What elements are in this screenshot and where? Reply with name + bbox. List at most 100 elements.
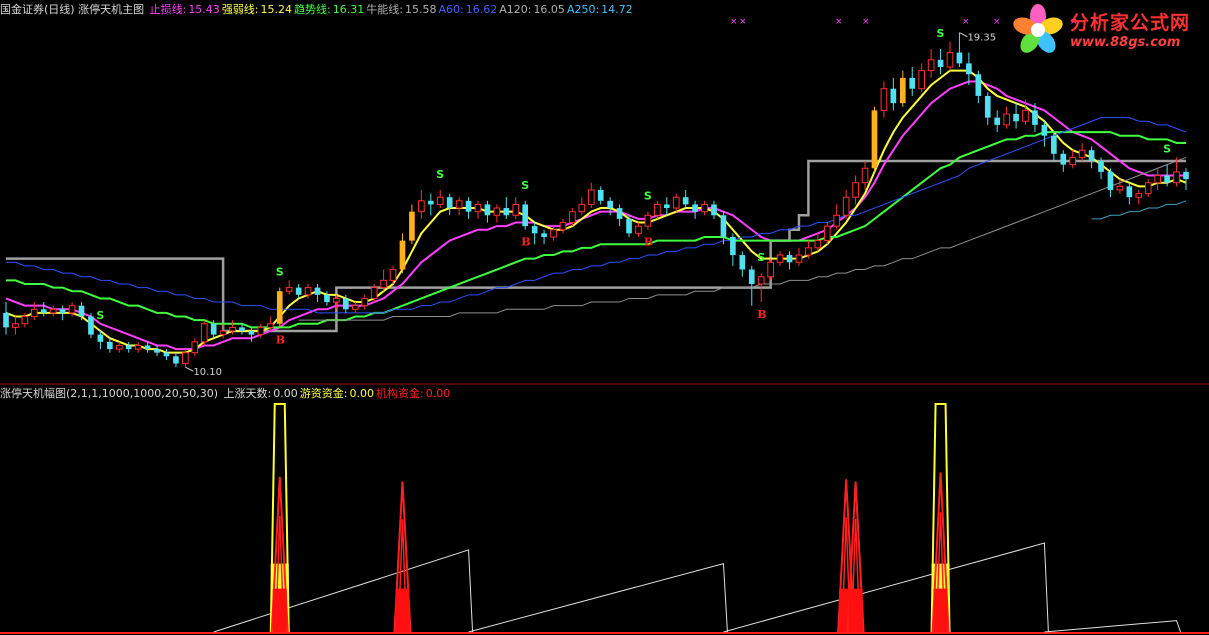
indicator-label: A60: bbox=[438, 3, 464, 16]
candle-body bbox=[757, 276, 765, 285]
candle-body bbox=[484, 204, 491, 216]
indicator-label: A120: bbox=[499, 3, 532, 16]
candle-body bbox=[163, 352, 170, 357]
candle-body bbox=[12, 323, 19, 328]
spike-red-block bbox=[272, 588, 287, 632]
candle-body bbox=[210, 323, 217, 335]
marker-x: × bbox=[993, 17, 1001, 27]
candle-body bbox=[541, 233, 547, 237]
signal-s: S bbox=[436, 168, 444, 181]
candle-body bbox=[229, 326, 236, 332]
marker-x: × bbox=[962, 17, 970, 27]
candle-body bbox=[701, 203, 708, 213]
candle-body bbox=[994, 117, 1001, 125]
candle-body bbox=[805, 247, 812, 256]
marker-x: × bbox=[730, 17, 738, 27]
candle-body bbox=[418, 200, 425, 213]
candle-body bbox=[937, 59, 944, 68]
candle-body bbox=[852, 182, 859, 198]
sub-indicator-value: 0.00 bbox=[349, 387, 374, 400]
marker-x: × bbox=[862, 17, 870, 27]
candle-body bbox=[946, 52, 954, 68]
candle-body bbox=[107, 341, 113, 350]
candle-body bbox=[295, 287, 302, 295]
candle-body bbox=[616, 208, 623, 219]
candle-body bbox=[1116, 185, 1124, 191]
logo-name: 分析家公式网 bbox=[1070, 12, 1191, 34]
sub-indicator-value: 0.00 bbox=[425, 387, 451, 400]
candle-body bbox=[285, 287, 293, 292]
candle-body bbox=[711, 204, 717, 216]
sub-title: 涨停天机幅图(2,1,1,1000,1000,20,50,30) bbox=[0, 387, 219, 400]
price-annotation: 10.10 bbox=[193, 367, 222, 378]
candle-body bbox=[474, 203, 482, 213]
signal-s: S bbox=[276, 266, 284, 279]
candle-body bbox=[389, 269, 397, 281]
signal-b: B bbox=[521, 236, 530, 249]
candle-body bbox=[814, 240, 822, 249]
candle-body bbox=[219, 330, 227, 336]
candle-body bbox=[654, 203, 661, 216]
candle-body bbox=[343, 298, 349, 310]
indicator-label: 趋势线: bbox=[294, 3, 331, 16]
candle-body bbox=[370, 287, 378, 299]
signal-b: B bbox=[644, 236, 653, 249]
indicator-label: 止损线: bbox=[149, 3, 187, 16]
candle-body bbox=[890, 88, 897, 104]
candle-body bbox=[559, 222, 567, 231]
indicator-value: 16.31 bbox=[332, 3, 365, 16]
signal-s: S bbox=[757, 251, 765, 264]
candle-body bbox=[324, 294, 330, 303]
candle-body bbox=[125, 345, 132, 350]
candle-body bbox=[21, 316, 29, 325]
candle-body bbox=[351, 305, 359, 310]
candle-body bbox=[493, 207, 501, 216]
price-annotation: 19.35 bbox=[967, 33, 996, 44]
candle-body bbox=[578, 203, 586, 213]
candle-body bbox=[78, 305, 85, 317]
main-header: 国金证券(日线) 涨停天机主图 止损线: 15.43 强弱线: 15.24 趋势线: 16… bbox=[0, 2, 637, 18]
candle-body bbox=[304, 287, 312, 296]
candle-body bbox=[1183, 171, 1189, 180]
candle-body bbox=[1164, 175, 1170, 183]
marker-x: × bbox=[835, 17, 843, 27]
candle-body bbox=[966, 63, 972, 75]
candle-body bbox=[767, 261, 774, 278]
candle-body bbox=[173, 356, 179, 364]
spike-red-block bbox=[395, 588, 410, 632]
candle-body bbox=[200, 323, 208, 343]
candle-body bbox=[720, 215, 727, 237]
candle-body bbox=[1032, 110, 1038, 125]
candle-body bbox=[59, 309, 66, 313]
indicator-label: 牛能线: bbox=[366, 3, 403, 16]
candle-body bbox=[531, 226, 538, 234]
indicator-value: 15.43 bbox=[188, 3, 220, 16]
candle-body bbox=[1144, 182, 1152, 195]
candle-body bbox=[861, 167, 869, 184]
candle-body bbox=[663, 204, 670, 209]
candle-body bbox=[154, 349, 160, 353]
candle-body bbox=[239, 327, 245, 331]
marker-x: × bbox=[739, 17, 747, 27]
candle-body bbox=[333, 297, 340, 303]
candle-body bbox=[266, 323, 274, 328]
candle-body bbox=[682, 197, 689, 205]
candle-body bbox=[427, 200, 434, 205]
candle-body bbox=[1154, 174, 1162, 184]
candle-body bbox=[635, 225, 642, 234]
indicator-value: 15.58 bbox=[404, 3, 437, 16]
chart-canvas: SSSSSSSSBBBB19.3510.10×××××××× bbox=[0, 0, 1209, 635]
candle-body bbox=[842, 196, 850, 216]
main-title: 国金证券(日线) 涨停天机主图 bbox=[0, 3, 145, 16]
signal-s: S bbox=[937, 27, 945, 40]
candle-body bbox=[692, 204, 698, 212]
candle-body bbox=[97, 334, 104, 342]
candle-body bbox=[30, 308, 38, 318]
candle-body bbox=[1098, 161, 1104, 172]
candle-body bbox=[3, 312, 9, 328]
candle-body bbox=[522, 204, 529, 227]
candle-body bbox=[607, 200, 613, 209]
signal-b: B bbox=[276, 333, 285, 346]
candle-body bbox=[1078, 149, 1086, 158]
candle-body bbox=[191, 341, 199, 354]
